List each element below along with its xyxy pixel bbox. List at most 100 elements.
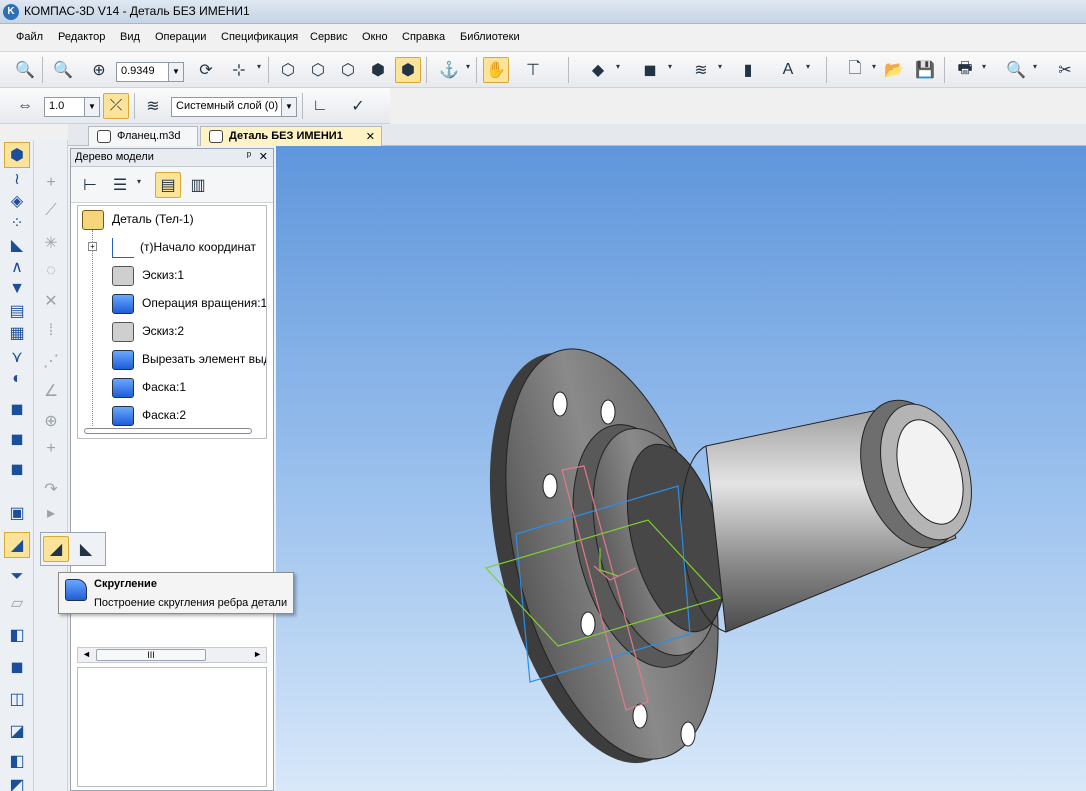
tree-view-icon[interactable]: ▤	[155, 172, 181, 198]
tree-node[interactable]: Операция вращения:1	[112, 292, 266, 314]
chevron-down-icon[interactable]: ▼	[281, 98, 296, 116]
sketch-mode-icon[interactable]: ∟	[307, 93, 333, 119]
extrude-icon[interactable]: ◼	[637, 57, 663, 83]
tree-scroll-indicator[interactable]	[84, 428, 252, 434]
menu-edit[interactable]: Редактор	[58, 31, 105, 43]
grid-icon[interactable]: ⁞	[38, 318, 64, 344]
extrude-op-icon[interactable]: ◼	[4, 396, 30, 422]
layer-combo[interactable]: Системный слой (0) ▼	[171, 97, 297, 117]
menu-window[interactable]: Окно	[362, 31, 388, 43]
more-icon[interactable]: ▸	[38, 500, 64, 526]
tree-node-label: (т)Начало координат	[140, 240, 257, 254]
angle-icon[interactable]: ⋰	[38, 348, 64, 374]
save-icon[interactable]: 💾	[912, 57, 938, 83]
expand-icon[interactable]: +	[88, 242, 97, 251]
local-cs-icon[interactable]: ✓	[345, 93, 371, 119]
scroll-thumb[interactable]: III	[96, 649, 206, 661]
snap-icon[interactable]: ⤫	[103, 93, 129, 119]
section-icon[interactable]: ◆	[585, 57, 611, 83]
zoom-combo[interactable]: 0.9349 ▼	[116, 62, 184, 82]
split-op-icon[interactable]: ◫	[4, 686, 30, 712]
cut-icon[interactable]: ✂	[1052, 57, 1078, 83]
scroll-right-icon[interactable]: ►	[253, 649, 262, 659]
axis-icon[interactable]: ⟋	[38, 198, 64, 224]
tree-split-icon[interactable]: ▥	[185, 172, 211, 198]
part-document-icon	[209, 130, 223, 143]
tree-node[interactable]: Фаска:2	[112, 404, 266, 426]
tab-close-icon[interactable]: ✕	[366, 130, 375, 143]
menu-help[interactable]: Справка	[402, 31, 445, 43]
menu-view[interactable]: Вид	[120, 31, 140, 43]
zoom-in-icon[interactable]: ⊕	[86, 57, 112, 83]
pin-icon[interactable]: ᵖ	[247, 150, 251, 162]
tree-structure-icon[interactable]: ⊢	[77, 172, 103, 198]
edit-part-icon[interactable]: ⬢	[4, 142, 30, 168]
array-op-icon[interactable]: ◧	[4, 748, 30, 774]
mate-icon[interactable]: ▮	[735, 57, 761, 83]
halftone-with-edges-icon[interactable]: ⬢	[395, 57, 421, 83]
point-icon[interactable]: +	[38, 170, 64, 196]
fillet-icon[interactable]: ◢	[43, 536, 69, 562]
show-all-icon[interactable]: ✋	[483, 57, 509, 83]
menu-file[interactable]: Файл	[16, 31, 43, 43]
revolve-op-icon[interactable]: ◼	[4, 426, 30, 452]
new-file-icon[interactable]: 🗋	[842, 57, 868, 83]
boolean-op-icon[interactable]: ◩	[4, 772, 30, 791]
layer-icon[interactable]: ≋	[140, 93, 166, 119]
loft-op-icon[interactable]: ◼	[4, 456, 30, 482]
reports-icon[interactable]: ▦	[4, 320, 30, 346]
rotate-icon[interactable]: ⟳	[193, 57, 219, 83]
hole-op-icon[interactable]: ⏷	[4, 564, 30, 590]
scroll-left-icon[interactable]: ◄	[82, 649, 91, 659]
perspective-icon[interactable]: ⚓	[436, 57, 462, 83]
tree-node[interactable]: (т)Начало координат	[112, 236, 266, 258]
horizontal-scrollbar[interactable]: ◄ III ►	[77, 647, 267, 663]
layers-icon[interactable]: ≋	[688, 57, 714, 83]
point-on-curve-icon[interactable]: +	[38, 436, 64, 462]
step-icon[interactable]: ⇔	[12, 93, 38, 119]
tree-node[interactable]: Фаска:1	[112, 376, 266, 398]
preview-icon[interactable]: 🔍	[1003, 57, 1029, 83]
cut-op-icon[interactable]: ▣	[4, 500, 30, 526]
chamfer-tool-icon[interactable]: ◣	[73, 536, 99, 562]
tree-node[interactable]: Вырезать элемент выдавливания:1	[112, 348, 266, 370]
menu-specification[interactable]: Спецификация	[221, 31, 298, 43]
plane-offset-icon[interactable]: ✕	[38, 288, 64, 314]
hidden-lines-icon[interactable]: ⬡	[305, 57, 331, 83]
close-icon[interactable]: ✕	[259, 150, 268, 163]
zoom-window-icon[interactable]: 🔍	[12, 57, 38, 83]
zoom-region-icon[interactable]: 🔍	[50, 57, 76, 83]
bend-icon[interactable]: ↷	[38, 476, 64, 502]
print-icon[interactable]: 🖶	[952, 57, 978, 83]
sketch-icon	[112, 266, 134, 286]
dimension-icon[interactable]: A	[775, 57, 801, 83]
plane-icon[interactable]: ◌	[38, 258, 64, 284]
operation-icon[interactable]: ◐	[4, 366, 30, 392]
mirror-op-icon[interactable]: ◪	[4, 718, 30, 744]
open-file-icon[interactable]: 📂	[881, 57, 907, 83]
chevron-down-icon[interactable]: ▼	[168, 63, 183, 81]
orientation-icon[interactable]: ⊹	[226, 57, 252, 83]
menu-operations[interactable]: Операции	[155, 31, 206, 43]
draft-op-icon[interactable]: ◼	[4, 654, 30, 680]
tree-node[interactable]: Эскиз:2	[112, 320, 266, 342]
shell-op-icon[interactable]: ◧	[4, 622, 30, 648]
wireframe-icon[interactable]: ⬡	[275, 57, 301, 83]
menu-service[interactable]: Сервис	[310, 31, 348, 43]
tab-flanets[interactable]: Фланец.m3d	[88, 126, 198, 146]
halftone-icon[interactable]: ⬢	[365, 57, 391, 83]
center-icon[interactable]: ⊕	[38, 408, 64, 434]
measure-icon[interactable]: ⊤	[520, 57, 546, 83]
tab-detail[interactable]: Деталь БЕЗ ИМЕНИ1 ✕	[200, 126, 382, 146]
axis-two-points-icon[interactable]: ✳	[38, 230, 64, 256]
menu-libraries[interactable]: Библиотеки	[460, 31, 520, 43]
angle-plane-icon[interactable]: ∠	[38, 378, 64, 404]
step-combo[interactable]: 1.0 ▼	[44, 97, 100, 117]
chevron-down-icon[interactable]: ▼	[84, 98, 99, 116]
rib-op-icon: ▱	[10, 595, 24, 612]
tree-node[interactable]: Эскиз:1	[112, 264, 266, 286]
3d-viewport[interactable]	[276, 146, 1086, 791]
tree-filter-icon[interactable]: ☰	[107, 172, 133, 198]
thin-hidden-lines-icon[interactable]: ⬡	[335, 57, 361, 83]
fillet-op-icon[interactable]: ◢	[4, 532, 30, 558]
